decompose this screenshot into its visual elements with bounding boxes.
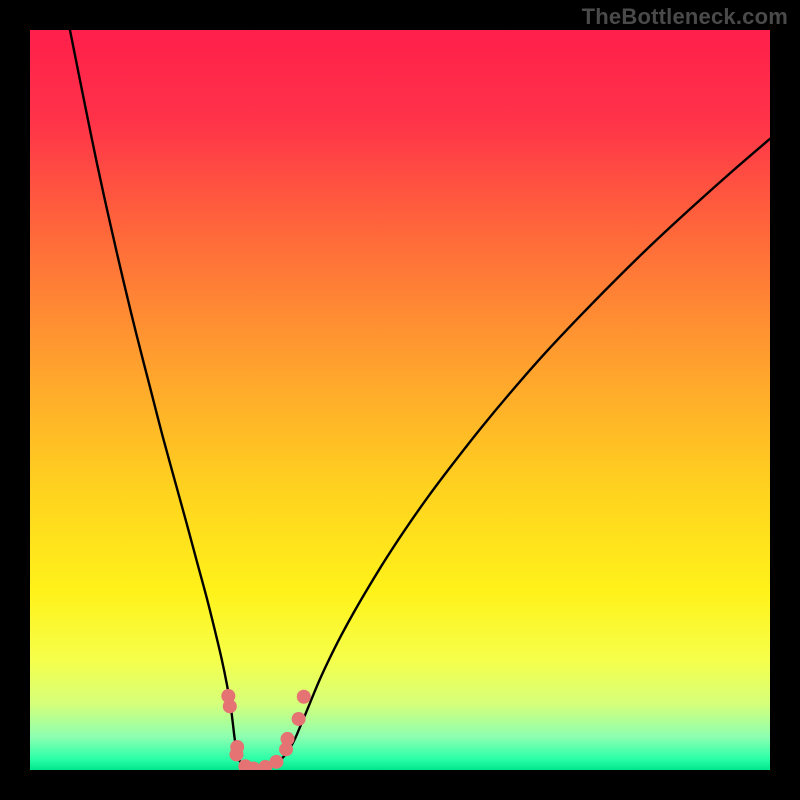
- plot-area: [30, 30, 770, 770]
- data-marker: [281, 732, 295, 746]
- bottleneck-curve: [30, 30, 770, 770]
- data-marker: [223, 699, 237, 713]
- data-marker: [292, 712, 306, 726]
- data-marker: [229, 747, 243, 761]
- chart-frame: TheBottleneck.com: [0, 0, 800, 800]
- data-marker: [269, 755, 283, 769]
- data-marker: [297, 690, 311, 704]
- watermark-label: TheBottleneck.com: [582, 4, 788, 30]
